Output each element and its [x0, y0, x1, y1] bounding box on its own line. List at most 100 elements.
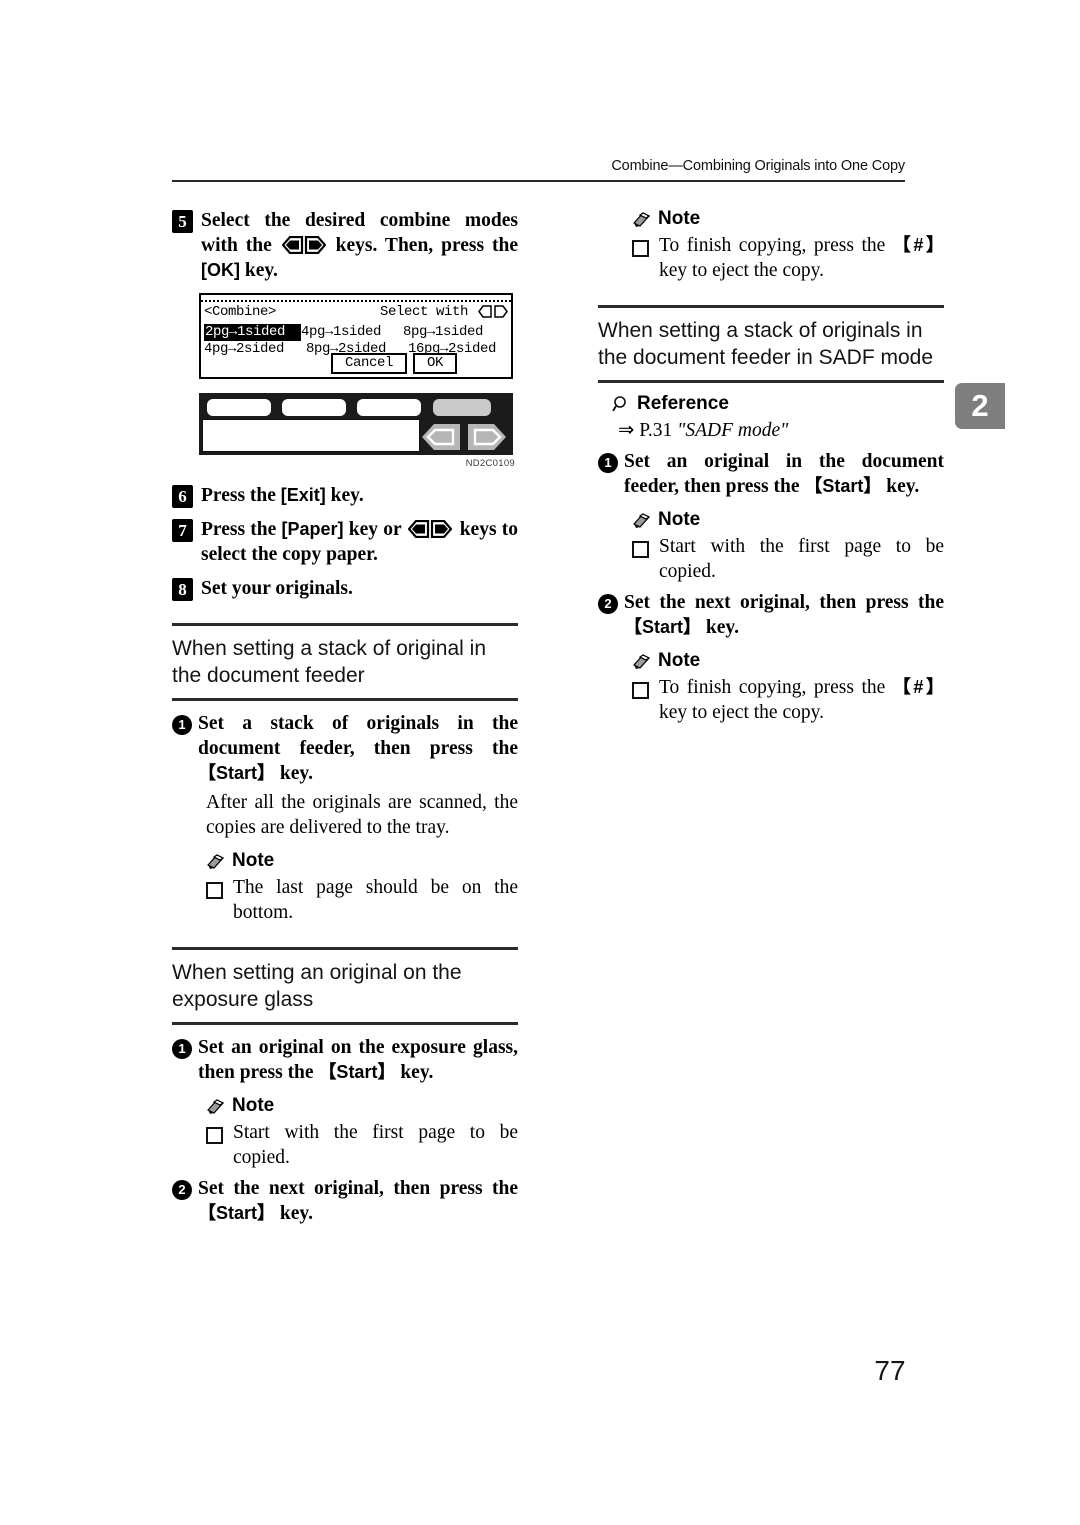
step-8-number: 8	[172, 578, 193, 601]
panel-key-3	[357, 399, 421, 416]
reference-label: Reference	[637, 393, 729, 414]
section-title: When setting a stack of original in the …	[172, 637, 486, 687]
note-label: Note	[232, 1095, 275, 1116]
note-text-part2: key to eject the copy.	[659, 702, 824, 723]
start-key-label: 【Start】	[624, 617, 702, 637]
section-title: When setting an original on the exposure…	[172, 961, 462, 1011]
exit-key-label: [Exit]	[280, 485, 326, 505]
panel-key-4	[433, 399, 491, 416]
lcd-title: <Combine>	[204, 304, 277, 320]
lcd-option-row-1: 2pg→1sided 4pg→1sided 8pg→1sided	[204, 324, 512, 341]
substep-1-number: 1	[172, 1039, 192, 1059]
substep-1-text-part1: Set a stack of originals in the document…	[198, 713, 518, 759]
step-5-text: Select the desired combine modes with th…	[201, 208, 518, 283]
note-item: Start with the first page to be copied.	[632, 534, 944, 584]
lcd-option[interactable]: 8pg→1sided	[403, 324, 505, 341]
panel-arrow-keys	[421, 423, 507, 451]
pencil-icon	[206, 853, 225, 870]
note-heading: Note	[632, 208, 944, 230]
note-heading: Note	[632, 650, 944, 672]
step-7: 7 Press the [Paper] key or keys to selec…	[172, 517, 518, 567]
step-5-text-part2: keys. Then, press the	[335, 235, 518, 256]
substep-1-text-part2: key.	[400, 1062, 434, 1083]
note-label: Note	[658, 650, 701, 671]
substep-2-text-part1: Set the next original, then press the	[624, 592, 944, 613]
substep-1: 1 Set a stack of originals in the docume…	[172, 711, 518, 786]
start-key-label: 【Start】	[804, 476, 882, 496]
step-5-number: 5	[172, 210, 193, 233]
lcd-option[interactable]: 4pg→1sided	[301, 324, 403, 341]
running-header: Combine—Combining Originals into One Cop…	[611, 158, 905, 174]
section-title: When setting a stack of originals in the…	[598, 319, 934, 369]
substep-2: 2 Set the next original, then press the …	[598, 590, 944, 640]
note-text-part2: key to eject the copy.	[659, 260, 824, 281]
note-label: Note	[232, 850, 275, 871]
magnifier-icon	[612, 395, 630, 413]
section-rule-top	[172, 623, 518, 626]
document-page: Combine—Combining Originals into One Cop…	[0, 0, 1080, 1525]
note-label: Note	[658, 208, 701, 229]
lcd-option-selected[interactable]: 2pg→1sided	[204, 324, 301, 341]
start-key-label: 【Start】	[198, 1203, 276, 1223]
pencil-icon	[632, 653, 651, 670]
reference-body: ⇒ P.31 "SADF mode"	[618, 418, 944, 443]
panel-key-2	[282, 399, 346, 416]
note-text-part1: To finish copying, press the	[659, 677, 886, 698]
checkbox-bullet-icon	[206, 882, 223, 899]
section-rule-bottom	[172, 1022, 518, 1025]
lcd-screen: <Combine> Select with 2pg→1sided 4pg→1si…	[199, 293, 513, 379]
note-text: Start with the first page to be copied.	[233, 1122, 518, 1168]
substep-1-text: Set an original in the document feeder, …	[624, 449, 944, 499]
note-item: The last page should be on the bottom.	[206, 875, 518, 925]
paper-key-label: [Paper]	[281, 519, 344, 539]
lcd-option[interactable]: 4pg→2sided	[204, 341, 306, 358]
hash-key-label: 【#】	[892, 235, 944, 255]
step-6-text: Press the [Exit] key.	[201, 483, 518, 508]
section-rule-top	[172, 947, 518, 950]
lcd-arrow-keys-icon	[478, 305, 508, 318]
substep-1-text-part2: key.	[886, 476, 920, 497]
note-text: The last page should be on the bottom.	[233, 877, 518, 923]
note-item: Start with the first page to be copied.	[206, 1120, 518, 1170]
pencil-icon	[632, 211, 651, 228]
lcd-cancel-button[interactable]: Cancel	[331, 353, 408, 374]
chapter-tab: 2	[955, 383, 1005, 429]
header-rule	[172, 180, 905, 182]
checkbox-bullet-icon	[632, 541, 649, 558]
note-label: Note	[658, 509, 701, 530]
checkbox-bullet-icon	[632, 682, 649, 699]
hash-key-label: 【#】	[892, 677, 944, 697]
step-7-text-part1: Press the	[201, 519, 277, 540]
note-text: Start with the first page to be copied.	[659, 536, 944, 582]
step-5-text-part3: key.	[244, 260, 278, 281]
step-7-number: 7	[172, 519, 193, 542]
substep-1-number: 1	[598, 453, 618, 473]
step-6-number: 6	[172, 485, 193, 508]
section-exposure-glass: When setting an original on the exposure…	[172, 947, 518, 1025]
substep-2-text-part1: Set the next original, then press the	[198, 1178, 518, 1199]
note-heading: Note	[206, 1095, 518, 1117]
substep-2: 2 Set the next original, then press the …	[172, 1176, 518, 1226]
control-panel-body	[199, 393, 513, 455]
section-rule-bottom	[598, 380, 944, 383]
left-column: 5 Select the desired combine modes with …	[172, 208, 518, 1230]
checkbox-bullet-icon	[206, 1127, 223, 1144]
note-text: To finish copying, press the 【#】 key to …	[659, 675, 944, 725]
control-panel-figure: ND2C0109	[199, 393, 517, 469]
reference-heading: Reference	[612, 393, 944, 415]
step-7-text: Press the [Paper] key or keys to select …	[201, 517, 518, 567]
note-item: To finish copying, press the 【#】 key to …	[632, 233, 944, 283]
right-column: Note To finish copying, press the 【#】 ke…	[598, 208, 944, 725]
substep-1-number: 1	[172, 715, 192, 735]
panel-key-1	[207, 399, 271, 416]
lcd-ok-button[interactable]: OK	[413, 353, 458, 374]
substep-1-text: Set a stack of originals in the document…	[198, 711, 518, 786]
lcd-button-bar: Cancel OK	[331, 353, 458, 374]
figure-id: ND2C0109	[465, 458, 515, 469]
substep-1: 1 Set an original on the exposure glass,…	[172, 1035, 518, 1085]
section-document-feeder: When setting a stack of original in the …	[172, 623, 518, 701]
body-paragraph: After all the originals are scanned, the…	[206, 792, 518, 838]
step-6-text-part2: key.	[330, 485, 364, 506]
note-item: To finish copying, press the 【#】 key to …	[632, 675, 944, 725]
arrow-keys-icon	[281, 235, 327, 255]
